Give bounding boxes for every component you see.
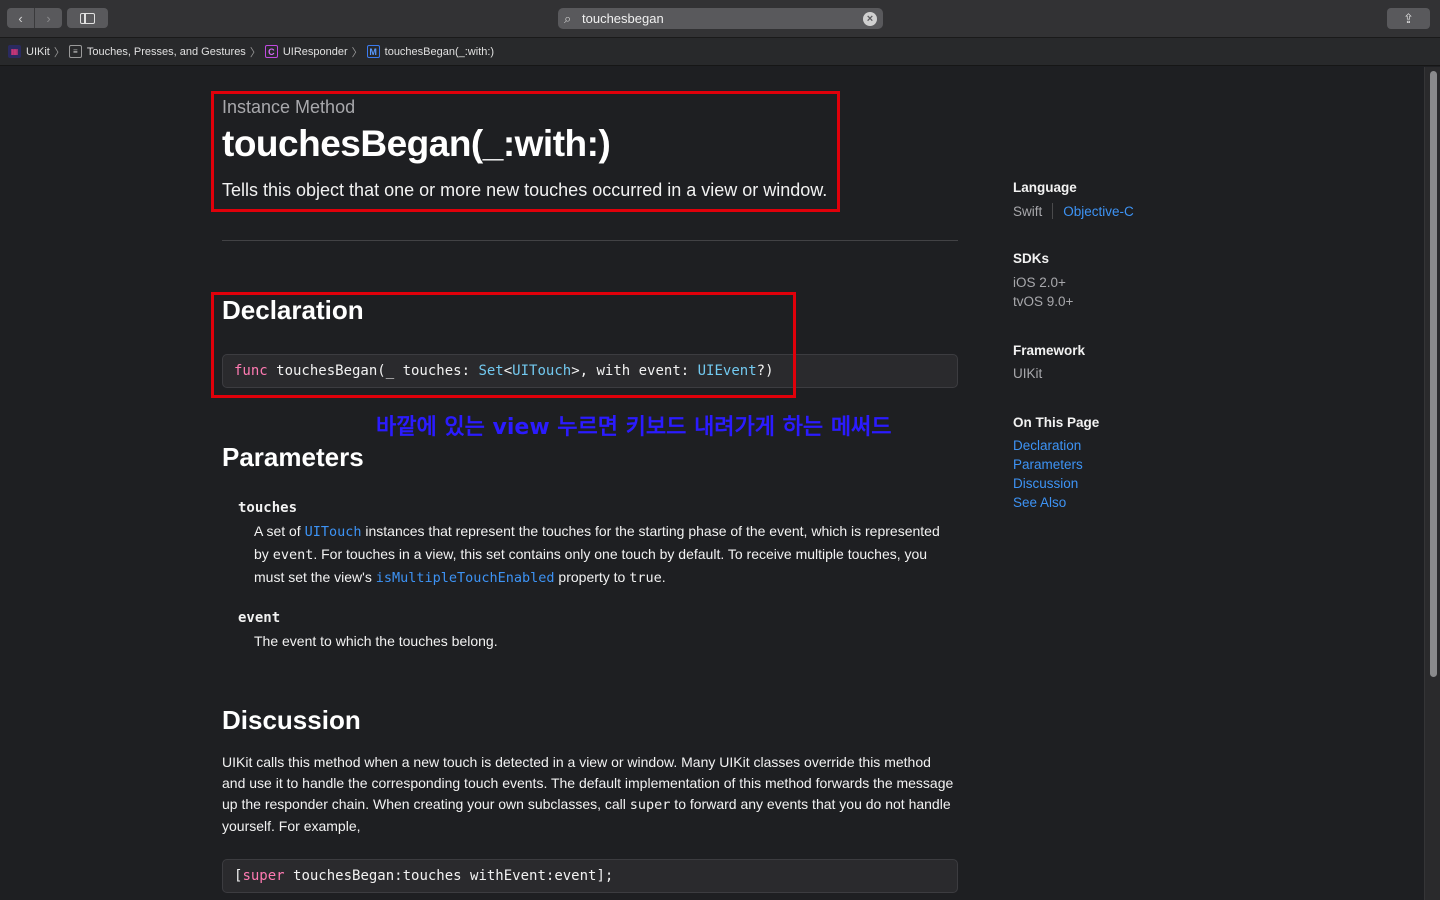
method-icon: M [366, 45, 380, 58]
code-text: touchesBegan:touches withEvent:event]; [284, 868, 614, 884]
parameter-desc-event: The event to which the touches belong. [254, 633, 498, 649]
search-input[interactable] [580, 11, 863, 26]
sdks-heading: SDKs [1013, 251, 1050, 266]
chevron-left-icon: ‹ [18, 10, 23, 26]
clear-search-icon[interactable]: × [863, 11, 877, 26]
inline-code: super [629, 797, 671, 813]
sidebar-icon [80, 12, 95, 24]
annotation-box-declaration [211, 292, 796, 398]
discussion-heading: Discussion [222, 705, 361, 735]
toolbar: ‹ › ⌕ × ⇪ [0, 0, 1440, 38]
share-icon: ⇪ [1403, 10, 1414, 26]
parameter-name-touches: touches [238, 500, 298, 516]
language-heading: Language [1013, 180, 1077, 195]
code-text: [ [234, 868, 243, 884]
annotation-box-header [211, 91, 840, 212]
forward-button[interactable]: › [35, 8, 62, 28]
back-button[interactable]: ‹ [7, 8, 35, 28]
breadcrumb: ▦ UIKit 〉 ≡ Touches, Presses, and Gestur… [0, 38, 1440, 66]
sdk-tvos: tvOS 9.0+ [1013, 294, 1074, 309]
toggle-sidebar-button[interactable] [67, 8, 108, 28]
annotation-note: 바깥에 있는 view 누르면 키보드 내려가게 하는 메써드 [376, 415, 892, 440]
on-this-page-heading: On This Page [1013, 415, 1100, 430]
breadcrumb-separator-icon: 〉 [53, 46, 65, 59]
breadcrumb-item-uikit[interactable]: ▦ UIKit [8, 45, 50, 58]
breadcrumb-label: touchesBegan(_:with:) [384, 45, 495, 58]
text: A set of [254, 523, 305, 539]
chevron-right-icon: › [46, 10, 51, 26]
breadcrumb-item-touchesbegan[interactable]: M touchesBegan(_:with:) [366, 45, 495, 58]
uitouch-link[interactable]: UITouch [305, 524, 362, 540]
toc-link-see-also[interactable]: See Also [1013, 495, 1066, 510]
parameter-name-event: event [238, 610, 281, 626]
nav-buttons: ‹ › [7, 8, 62, 28]
scrollbar-thumb[interactable] [1430, 71, 1437, 677]
language-objc-link[interactable]: Objective-C [1063, 204, 1134, 219]
share-button[interactable]: ⇪ [1387, 8, 1430, 29]
breadcrumb-label: UIResponder [282, 45, 348, 58]
language-switcher: Swift Objective-C [1013, 203, 1134, 219]
toc-link-declaration[interactable]: Declaration [1013, 438, 1081, 453]
language-divider [1052, 203, 1054, 219]
toc-link-parameters[interactable]: Parameters [1013, 457, 1083, 472]
language-swift[interactable]: Swift [1013, 204, 1042, 219]
divider [222, 240, 958, 241]
ismultipletouchenabled-link[interactable]: isMultipleTouchEnabled [376, 570, 555, 586]
search-icon: ⌕ [564, 10, 572, 26]
framework-icon: ▦ [8, 45, 21, 58]
discussion-text: UIKit calls this method when a new touch… [222, 752, 958, 837]
inline-code: true [629, 570, 662, 586]
code-keyword: super [242, 868, 285, 884]
vertical-scrollbar[interactable] [1424, 67, 1440, 900]
parameters-heading: Parameters [222, 442, 364, 472]
class-icon: C [264, 45, 278, 58]
toc-link-discussion[interactable]: Discussion [1013, 476, 1078, 491]
parameter-desc-touches: A set of UITouch instances that represen… [254, 520, 958, 589]
breadcrumb-separator-icon: 〉 [249, 46, 261, 59]
inline-code: event [272, 547, 314, 563]
framework-heading: Framework [1013, 343, 1086, 358]
documentation-page: Instance Method touchesBegan(_:with:) Te… [0, 67, 1440, 900]
breadcrumb-item-uiresponder[interactable]: C UIResponder [264, 45, 348, 58]
text: . [661, 569, 666, 585]
sdk-ios: iOS 2.0+ [1013, 275, 1066, 290]
breadcrumb-label: Touches, Presses, and Gestures [86, 45, 246, 58]
text: property to [554, 569, 630, 585]
breadcrumb-item-touches[interactable]: ≡ Touches, Presses, and Gestures [68, 45, 246, 58]
article-icon: ≡ [68, 45, 82, 58]
breadcrumb-separator-icon: 〉 [351, 46, 363, 59]
breadcrumb-label: UIKit [26, 45, 50, 58]
example-code: [super touchesBegan:touches withEvent:ev… [222, 859, 958, 893]
search-field[interactable]: ⌕ × [558, 8, 883, 29]
framework-value: UIKit [1013, 366, 1043, 381]
